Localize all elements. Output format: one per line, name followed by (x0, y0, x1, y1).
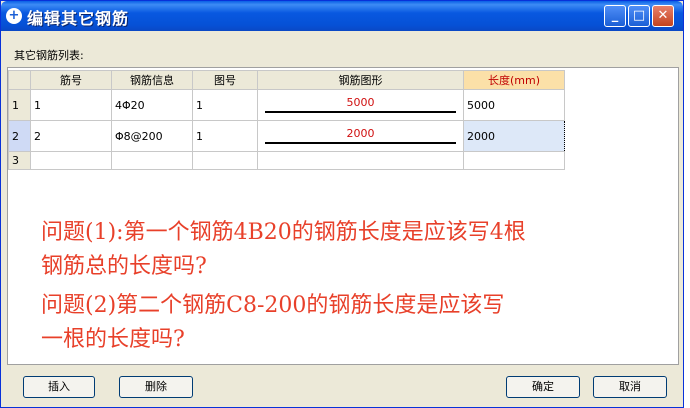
column-header-info[interactable]: 钢筋信息 (111, 70, 193, 90)
window-title: 编辑其它钢筋 (27, 9, 130, 28)
annotation-question-1-cont: 钢筋总的长度吗? (41, 254, 207, 279)
cell-figure-no[interactable]: 1 (192, 120, 258, 152)
maximize-button[interactable]: □ (628, 5, 650, 27)
annotation-question-2: 问题(2)第二个钢筋C8-200的钢筋长度是应该写 (41, 293, 505, 318)
cell-figure-no[interactable]: 1 (192, 89, 258, 121)
ok-button[interactable]: 确定 (506, 376, 580, 398)
column-header-bar-no[interactable]: 筋号 (30, 70, 112, 90)
table-row[interactable]: 3 (8, 151, 565, 170)
title-bar[interactable]: + 编辑其它钢筋 _ □ ✕ (1, 1, 683, 31)
annotation-question-2-cont: 一根的长度吗? (41, 327, 185, 352)
cell-info[interactable]: 4Φ20 (111, 89, 193, 121)
rebar-list-label: 其它钢筋列表: (14, 49, 84, 62)
close-icon: ✕ (657, 8, 669, 23)
cell-shape[interactable]: 5000 (257, 89, 464, 121)
rebar-table: 筋号 钢筋信息 图号 钢筋图形 长度(mm) 1 1 4Φ20 1 5000 5… (8, 70, 565, 170)
annotation-question-1: 问题(1):第一个钢筋4B20的钢筋长度是应该写4根 (41, 220, 526, 245)
table-row[interactable]: 1 1 4Φ20 1 5000 5000 (8, 89, 565, 121)
minimize-icon: _ (611, 8, 619, 23)
rebar-shape-line (265, 142, 456, 144)
shape-value: 2000 (346, 126, 375, 140)
cell-shape[interactable]: 2000 (257, 120, 464, 152)
cell-info[interactable]: Φ8@200 (111, 120, 193, 152)
cancel-button[interactable]: 取消 (593, 376, 667, 398)
shape-value: 5000 (346, 95, 375, 109)
row-number[interactable]: 1 (8, 89, 31, 121)
cell-bar-no[interactable] (30, 151, 112, 170)
delete-button[interactable]: 删除 (119, 376, 193, 398)
minimize-button[interactable]: _ (604, 5, 626, 27)
app-icon: + (6, 8, 22, 24)
column-header-length[interactable]: 长度(mm) (463, 70, 565, 90)
cell-shape[interactable] (257, 151, 464, 170)
edit-other-rebar-dialog: + 编辑其它钢筋 _ □ ✕ 其它钢筋列表: 筋号 钢筋信息 图号 钢筋图形 长… (0, 0, 684, 408)
header-row: 筋号 钢筋信息 图号 钢筋图形 长度(mm) (8, 70, 565, 90)
cell-bar-no[interactable]: 2 (30, 120, 112, 152)
cell-length-selected[interactable]: 2000 (463, 120, 565, 152)
cell-info[interactable] (111, 151, 193, 170)
cell-figure-no[interactable] (192, 151, 258, 170)
cell-length[interactable]: 5000 (463, 89, 565, 121)
maximize-icon: □ (632, 8, 646, 23)
column-header-figure-no[interactable]: 图号 (192, 70, 258, 90)
table-row[interactable]: 2 2 Φ8@200 1 2000 2000 (8, 120, 565, 152)
insert-button[interactable]: 插入 (23, 376, 95, 398)
cell-bar-no[interactable]: 1 (30, 89, 112, 121)
close-button[interactable]: ✕ (652, 5, 674, 27)
corner-header (8, 70, 31, 90)
row-number[interactable]: 2 (8, 120, 31, 152)
column-header-shape[interactable]: 钢筋图形 (257, 70, 464, 90)
row-number[interactable]: 3 (8, 151, 31, 170)
cell-length[interactable] (463, 151, 565, 170)
rebar-shape-line (265, 111, 456, 113)
